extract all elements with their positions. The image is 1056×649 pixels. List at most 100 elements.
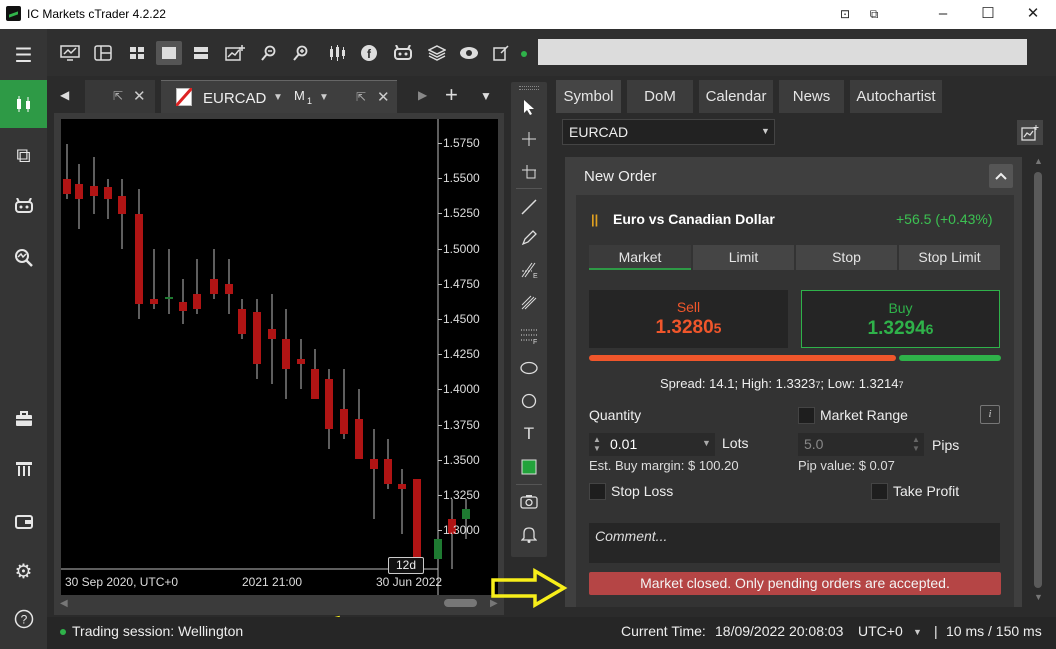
close-window-button[interactable]: ✕ <box>1023 4 1043 24</box>
sell-button[interactable]: Sell 1.32805 <box>589 290 788 348</box>
timeframe-dropdown-icon[interactable]: ▼ <box>319 92 329 103</box>
help-icon[interactable]: ? <box>0 595 47 643</box>
focus-icon[interactable]: ⊡ <box>835 4 855 24</box>
copy-icon[interactable]: ⧉ <box>0 132 47 180</box>
measure-icon[interactable] <box>511 158 547 186</box>
buy-sentiment-bar <box>899 355 1001 361</box>
drawing-tools-panel <box>511 82 547 557</box>
portfolio-icon[interactable] <box>0 395 47 443</box>
close-tab-icon[interactable]: ✕ <box>377 88 390 106</box>
menu-icon[interactable]: ☰ <box>0 31 47 79</box>
indicators-icon[interactable]: f <box>356 41 382 65</box>
order-type-stop-limit[interactable]: Stop Limit <box>899 245 1000 270</box>
close-tab-icon[interactable]: ✕ <box>133 87 146 105</box>
timezone-select[interactable]: UTC+0 <box>858 623 903 639</box>
order-type-stop[interactable]: Stop <box>796 245 897 270</box>
pitchfork-icon[interactable] <box>511 288 547 316</box>
cbot-icon[interactable] <box>390 41 416 65</box>
price-chart[interactable] <box>61 119 498 595</box>
minimize-button[interactable]: – <box>933 4 953 24</box>
toolbar-search-input[interactable] <box>538 39 1027 65</box>
layout-icon[interactable] <box>90 41 116 65</box>
trade-icon[interactable] <box>0 80 47 128</box>
chevron-down-icon[interactable]: ▼ <box>702 438 711 448</box>
cursor-icon[interactable] <box>511 93 547 121</box>
price-axis-label: 1.4250 <box>443 347 480 362</box>
crosshair-icon[interactable] <box>511 125 547 153</box>
tab-symbol[interactable]: Symbol <box>556 80 621 113</box>
layers-icon[interactable] <box>424 41 450 65</box>
color-picker-icon[interactable] <box>511 453 547 481</box>
tab-autochartist[interactable]: Autochartist <box>850 80 942 113</box>
text-tool-icon[interactable]: T <box>511 420 547 448</box>
wallet-icon[interactable] <box>0 497 47 545</box>
panel-scroll-thumb[interactable] <box>1034 172 1042 588</box>
take-profit-checkbox[interactable] <box>871 483 888 500</box>
settings-gear-icon[interactable]: ⚙ <box>0 547 47 595</box>
camera-icon[interactable] <box>511 487 547 515</box>
chart-tab-eurcad[interactable]: EURCAD ▼ M 1 ▼ ⇱ ✕ <box>161 80 397 113</box>
info-icon[interactable]: i <box>980 405 1000 424</box>
split-layout-icon[interactable] <box>188 41 214 65</box>
fibonacci-retracement-icon[interactable]: F <box>511 322 547 350</box>
pips-input[interactable]: 5.0 ▲ ▼ <box>798 433 924 456</box>
candle-body <box>90 186 98 196</box>
fibonacci-expansion-icon[interactable]: E <box>511 256 547 284</box>
detach-icon[interactable]: ⧉ <box>864 4 884 24</box>
symbol-select[interactable]: EURCAD ▼ <box>562 119 775 145</box>
pencil-icon[interactable] <box>511 224 547 252</box>
chart-link-icon[interactable] <box>1017 120 1043 145</box>
chart-mode-icon[interactable] <box>57 41 83 65</box>
price-axis-tick <box>438 248 442 250</box>
tab-news[interactable]: News <box>779 80 844 113</box>
market-range-checkbox[interactable] <box>798 407 815 424</box>
grid-layout-icon[interactable] <box>124 41 150 65</box>
order-type-limit[interactable]: Limit <box>693 245 794 270</box>
zoom-in-icon[interactable] <box>288 41 314 65</box>
buy-button[interactable]: Buy 1.32946 <box>801 290 1000 348</box>
quantity-stepper-icon[interactable]: ▲ ▼ <box>593 435 601 453</box>
comment-input[interactable]: Comment... <box>589 523 1000 563</box>
chart-tab-inactive[interactable]: ⇱ ✕ <box>85 80 155 113</box>
app-logo-icon <box>6 6 21 21</box>
tab-scroll-right-icon[interactable]: ▶ <box>418 88 427 102</box>
trend-line-icon[interactable] <box>511 193 547 221</box>
detach-chart-icon[interactable] <box>488 41 514 65</box>
automate-icon[interactable] <box>0 182 47 230</box>
circle-icon[interactable] <box>511 387 547 415</box>
chart-horizontal-scrollbar[interactable] <box>444 599 477 607</box>
detach-tab-icon[interactable]: ⇱ <box>113 89 123 103</box>
order-type-market[interactable]: Market <box>589 245 691 270</box>
detach-tab-icon[interactable]: ⇱ <box>356 90 366 104</box>
analyze-icon[interactable] <box>0 234 47 282</box>
quantity-input[interactable]: ▲ ▼ 0.01 ▼ <box>589 433 715 456</box>
tab-calendar[interactable]: Calendar <box>699 80 773 113</box>
maximize-button[interactable]: ☐ <box>978 4 998 24</box>
candle-body <box>413 479 421 569</box>
stop-loss-checkbox[interactable] <box>589 483 606 500</box>
chevron-down-icon[interactable]: ▼ <box>913 627 922 637</box>
panel-scrollbar[interactable]: ▲ ▼ <box>1031 154 1045 607</box>
chart-scroll-left-icon[interactable]: ◀ <box>60 598 68 609</box>
drag-handle[interactable] <box>519 86 539 90</box>
add-tab-icon[interactable]: + <box>445 82 458 108</box>
scroll-up-icon[interactable]: ▲ <box>1034 156 1043 166</box>
symbol-dropdown-icon[interactable]: ▼ <box>273 92 283 103</box>
scroll-down-icon[interactable]: ▼ <box>1034 592 1043 602</box>
ellipse-icon[interactable] <box>511 354 547 382</box>
tab-scroll-left-icon[interactable]: ◀ <box>60 88 69 102</box>
pips-stepper-icon[interactable]: ▲ ▼ <box>912 435 920 453</box>
single-layout-icon[interactable] <box>156 41 182 65</box>
tab-dom[interactable]: DoM <box>627 80 693 113</box>
window-title: IC Markets cTrader 4.2.22 <box>27 7 166 21</box>
timeframe-label[interactable]: M <box>294 88 305 103</box>
svg-text:?: ? <box>20 613 27 627</box>
eye-icon[interactable] <box>456 41 482 65</box>
chart-settings-icon[interactable] <box>222 41 248 65</box>
market-icon[interactable] <box>0 445 47 493</box>
collapse-button[interactable] <box>989 164 1013 188</box>
tab-list-dropdown-icon[interactable]: ▼ <box>480 89 492 103</box>
candlestick-icon[interactable] <box>324 41 350 65</box>
zoom-out-icon[interactable] <box>256 41 282 65</box>
alert-bell-icon[interactable] <box>511 520 547 548</box>
